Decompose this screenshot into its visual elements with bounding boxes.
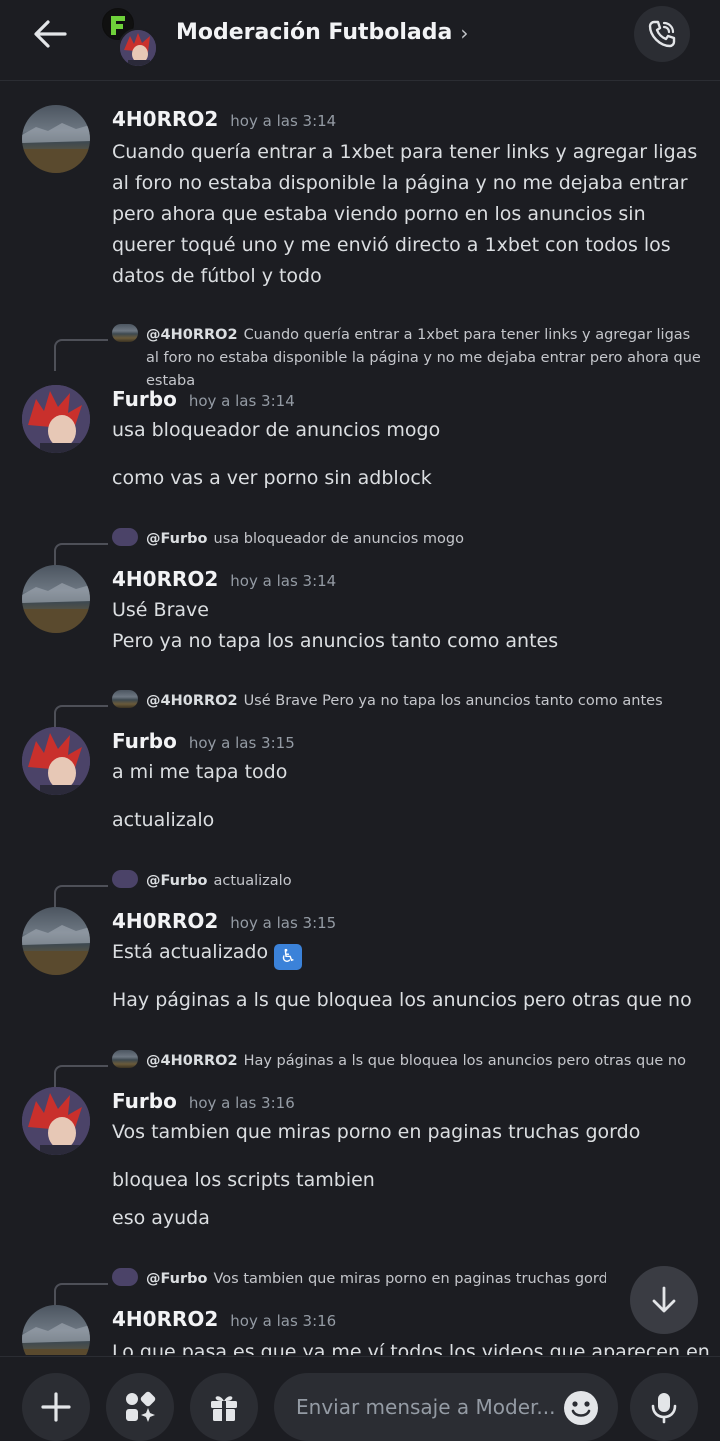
- chevron-right-icon: ›: [460, 20, 469, 45]
- avatar[interactable]: [22, 727, 90, 795]
- reply-avatar: [112, 1050, 138, 1068]
- reply-author: @Furbo: [146, 1271, 208, 1287]
- reply-preview[interactable]: @4H0RRO2 Hay páginas a ls que bloquea los…: [0, 1047, 720, 1097]
- message-author[interactable]: Furbo hoy a las 3:14: [112, 387, 295, 411]
- gift-icon: [211, 1396, 237, 1421]
- avatar[interactable]: [22, 565, 90, 633]
- message-author[interactable]: 4H0RRO2 hoy a las 3:14: [112, 567, 336, 591]
- message-author[interactable]: 4H0RRO2 hoy a las 3:15: [112, 909, 336, 933]
- avatar[interactable]: [22, 105, 90, 173]
- smiley-icon[interactable]: [562, 1389, 600, 1427]
- group-avatar-2: [118, 28, 158, 68]
- message-text: Vos tambien que miras porno en paginas t…: [112, 1121, 641, 1143]
- message-timestamp: hoy a las 3:14: [230, 112, 337, 130]
- apps-icon: [126, 1391, 156, 1422]
- reply-author: @Furbo: [146, 873, 208, 889]
- reply-avatar: [112, 870, 138, 888]
- reply-text: @4H0RRO2 Usé Brave Pero ya no tapa los an…: [146, 693, 663, 709]
- message-timestamp: hoy a las 3:14: [230, 572, 337, 590]
- message-text: Hay páginas a ls que bloquea los anuncio…: [112, 989, 692, 1011]
- reply-text: @4H0RRO2 Cuando quería entrar a 1xbet par…: [146, 327, 701, 389]
- message-author[interactable]: Furbo hoy a las 3:15: [112, 729, 295, 753]
- message-author[interactable]: 4H0RRO2 hoy a las 3:14: [112, 107, 336, 131]
- message-timestamp: hoy a las 3:15: [188, 734, 295, 752]
- message-author[interactable]: Furbo hoy a las 3:16: [112, 1089, 295, 1113]
- scroll-to-bottom-button[interactable]: [630, 1266, 698, 1334]
- chat-header: Moderación Futbolada ›: [0, 0, 720, 81]
- message-text: Pero ya no tapa los anuncios tanto como …: [112, 630, 559, 652]
- reply-avatar: [112, 690, 138, 708]
- phone-icon: [648, 20, 676, 48]
- avatar[interactable]: [22, 1087, 90, 1155]
- composer-bar: Enviar mensaje a Moder...: [0, 1356, 720, 1441]
- reply-text: @Furbo usa bloqueador de anuncios mogo: [146, 531, 464, 547]
- gift-button[interactable]: [190, 1373, 258, 1441]
- reply-author: @Furbo: [146, 531, 208, 547]
- message-text: usa bloqueador de anuncios mogo: [112, 419, 441, 441]
- voice-message-button[interactable]: [630, 1373, 698, 1441]
- message-timestamp: hoy a las 3:14: [188, 392, 295, 410]
- message-text: bloquea los scripts tambien: [112, 1169, 375, 1191]
- message-timestamp: hoy a las 3:16: [230, 1312, 337, 1330]
- wheelchair-emoji: ♿: [274, 944, 303, 970]
- reply-avatar: [112, 1268, 138, 1286]
- message-text: Lo que pasa es que ya me ví todos los vi…: [112, 1341, 710, 1355]
- channel-title-text: Moderación Futbolada: [176, 20, 453, 45]
- message-input[interactable]: Enviar mensaje a Moder...: [274, 1373, 618, 1441]
- message-list[interactable]: 4H0RRO2 hoy a las 3:14 Cuando quería entr…: [0, 81, 720, 1355]
- group-avatars: [100, 6, 158, 68]
- message-text: Está actualizado ♿: [112, 937, 702, 970]
- message-author[interactable]: 4H0RRO2 hoy a las 3:16: [112, 1307, 336, 1331]
- reply-preview[interactable]: @Furbo usa bloqueador de anuncios mogo: [0, 525, 720, 575]
- reply-author: @4H0RRO2: [146, 1053, 238, 1069]
- arrow-down-icon: [652, 1286, 676, 1313]
- avatar[interactable]: [22, 385, 90, 453]
- message-input-placeholder: Enviar mensaje a Moder...: [296, 1395, 556, 1419]
- reply-preview[interactable]: @4H0RRO2 Usé Brave Pero ya no tapa los an…: [0, 687, 720, 737]
- back-button[interactable]: [28, 16, 72, 52]
- message-text: eso ayuda: [112, 1207, 210, 1229]
- reply-text: @Furbo actualizalo: [146, 873, 292, 889]
- arrow-left-icon: [34, 20, 67, 48]
- reply-author: @4H0RRO2: [146, 693, 238, 709]
- reply-author: @4H0RRO2: [146, 327, 238, 343]
- message-text: Cuando quería entrar a 1xbet para tener …: [112, 141, 698, 287]
- call-button[interactable]: [634, 6, 690, 62]
- reply-connector: [54, 339, 108, 371]
- message-text: actualizalo: [112, 809, 215, 831]
- message-timestamp: hoy a las 3:16: [188, 1094, 295, 1112]
- reply-preview[interactable]: @Furbo actualizalo: [0, 867, 720, 917]
- reply-text: @4H0RRO2 Hay páginas a ls que bloquea los…: [146, 1053, 686, 1069]
- plus-icon: [41, 1392, 71, 1422]
- apps-button[interactable]: [106, 1373, 174, 1441]
- avatar[interactable]: [22, 907, 90, 975]
- message-text: a mi me tapa todo: [112, 761, 288, 783]
- message-timestamp: hoy a las 3:15: [230, 914, 337, 932]
- reply-preview[interactable]: @4H0RRO2 Cuando quería entrar a 1xbet par…: [0, 321, 720, 389]
- reply-avatar: [112, 324, 138, 342]
- message-text: Usé Brave: [112, 599, 209, 621]
- message-text: como vas a ver porno sin adblock: [112, 467, 432, 489]
- reply-text: @Furbo Vos tambien que miras porno en pag…: [146, 1271, 606, 1287]
- add-attachment-button[interactable]: [22, 1373, 90, 1441]
- reply-preview[interactable]: @Furbo Vos tambien que miras porno en pag…: [0, 1265, 720, 1315]
- reply-avatar: [112, 528, 138, 546]
- channel-title[interactable]: Moderación Futbolada ›: [176, 20, 468, 45]
- microphone-icon: [651, 1393, 677, 1424]
